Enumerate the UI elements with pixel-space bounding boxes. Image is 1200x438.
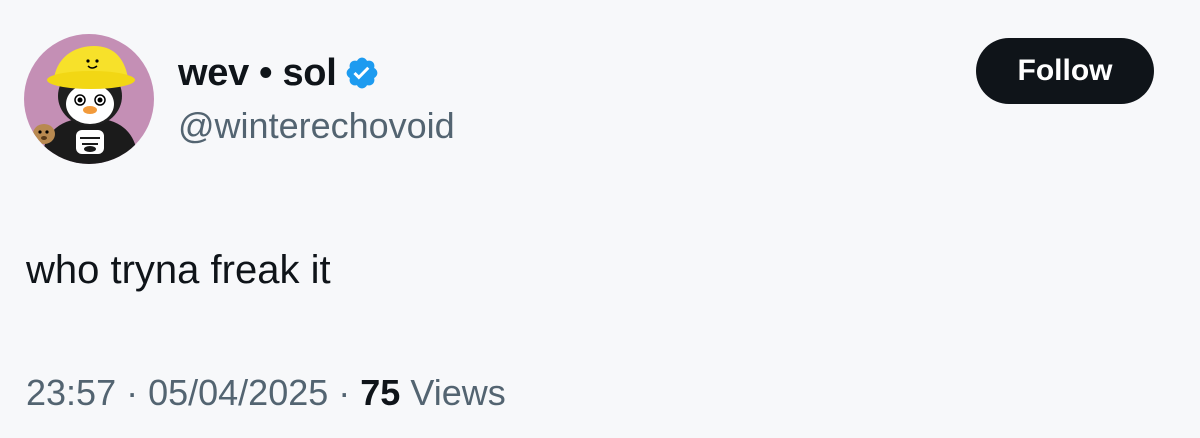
tweet-time[interactable]: 23:57 [26,372,116,413]
tweet-metadata: 23:57 · 05/04/2025 · 75 Views [26,370,506,416]
tweet-text: who tryna freak it [26,248,331,292]
verified-badge-icon[interactable] [344,55,380,91]
meta-separator: · [328,372,361,413]
avatar[interactable] [24,34,154,164]
user-handle[interactable]: @winterechovoid [178,104,455,148]
display-name-row[interactable]: wev • sol [178,50,380,96]
follow-button[interactable]: Follow [976,38,1154,104]
views-label[interactable]: Views [410,372,505,413]
meta-separator: · [116,372,149,413]
tweet-date[interactable]: 05/04/2025 [148,372,328,413]
penguin-avatar-icon [24,34,154,164]
views-count[interactable]: 75 [360,372,400,413]
display-name[interactable]: wev • sol [178,50,337,96]
